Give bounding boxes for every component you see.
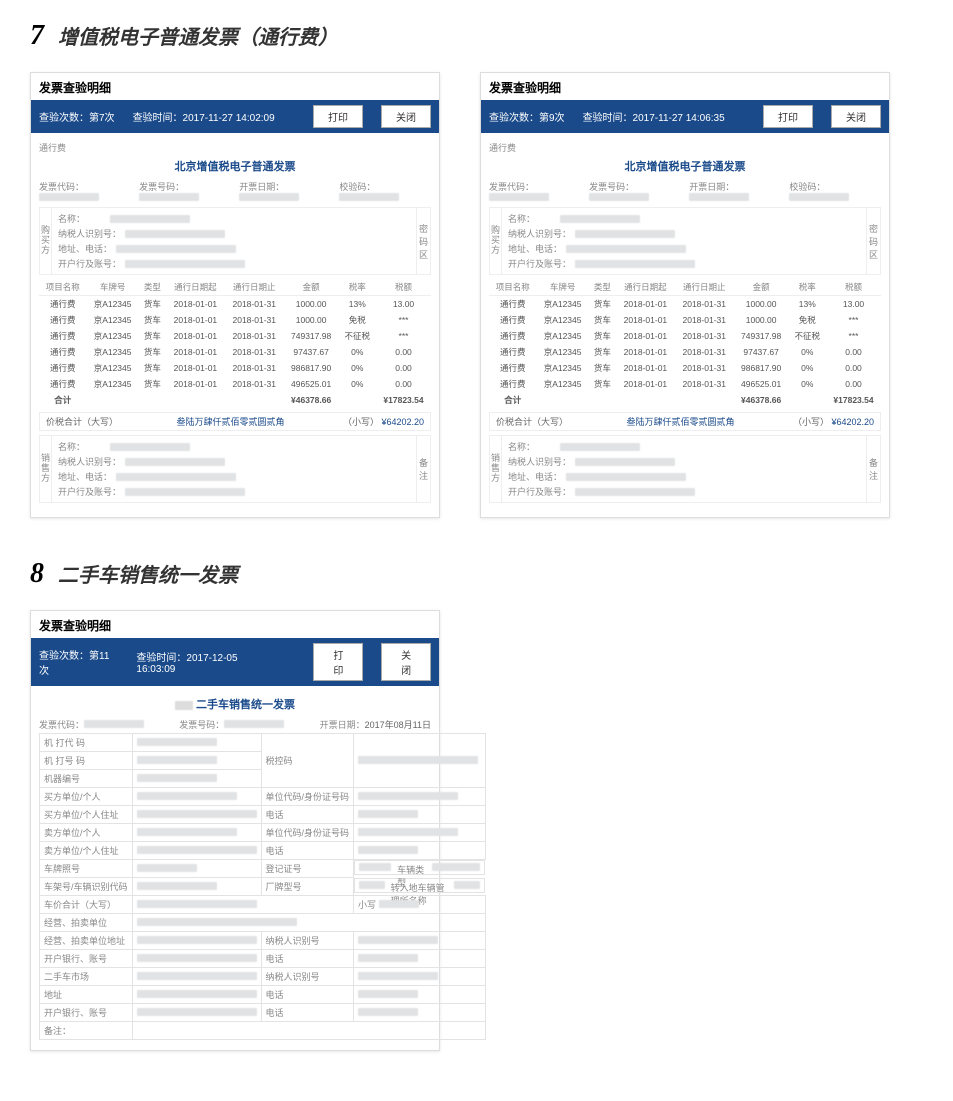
section-number: 7	[30, 20, 44, 52]
card-title: 发票查验明细	[31, 611, 439, 638]
card-body: 通行费北京增值税电子普通发票发票代码：发票号码：开票日期：校验码： 购买方名称：纳…	[481, 133, 889, 517]
meta-line: 发票代码：发票号码：开票日期：校验码：	[39, 180, 431, 203]
card-body: 二手车销售统一发票 发票代码： 发票号码： 开票日期：2017年08月11日 机…	[31, 686, 439, 1050]
table-row: 通行费京A12345货车2018-01-012018-01-311000.001…	[489, 296, 881, 313]
table-row: 通行费京A12345货车2018-01-012018-01-31496525.0…	[39, 376, 431, 392]
table-row: 通行费京A12345货车2018-01-012018-01-311000.001…	[39, 296, 431, 313]
close-button[interactable]: 关闭	[831, 105, 881, 128]
card-header-bar: 查验次数：第7次 查验时间：2017-11-27 14:02:09 打印关闭	[31, 100, 439, 133]
card-header-bar: 查验次数：第9次 查验时间：2017-11-27 14:06:35 打印关闭	[481, 100, 889, 133]
cards-row: 发票查验明细 查验次数：第11次 查验时间：2017-12-05 16:03:0…	[30, 610, 923, 1051]
cards-row: 发票查验明细查验次数：第7次 查验时间：2017-11-27 14:02:09 打印…	[30, 72, 923, 518]
print-button[interactable]: 打印	[763, 105, 813, 128]
card-title: 发票查验明细	[31, 73, 439, 100]
usedcar-form: 机 打代 码税控码 机 打号 码 机器编号 买方单位/个人单位代码/身份证号码 …	[39, 733, 486, 1040]
close-button[interactable]: 关闭	[381, 643, 431, 681]
invoice-card-toll: 发票查验明细查验次数：第7次 查验时间：2017-11-27 14:02:09 打印…	[30, 72, 440, 518]
seller-block: 销售方名称：纳税人识别号：地址、电话：开户行及账号：备注	[489, 435, 881, 503]
section-8: 8 二手车销售统一发票 发票查验明细 查验次数：第11次 查验时间：2017-1…	[30, 558, 923, 1051]
check-count: 查验次数：第7次	[39, 109, 115, 124]
buyer-block: 购买方名称：纳税人识别号：地址、电话：开户行及账号：密码区	[489, 207, 881, 275]
section-heading: 8 二手车销售统一发票	[30, 558, 923, 590]
invoice-title: 北京增值税电子普通发票	[489, 158, 881, 174]
table-row: 通行费京A12345货车2018-01-012018-01-31496525.0…	[489, 376, 881, 392]
close-button[interactable]: 关闭	[381, 105, 431, 128]
check-time: 查验时间：2017-12-05 16:03:09	[136, 649, 277, 675]
section-number: 8	[30, 558, 44, 590]
total-row: 合计¥46378.66¥17823.54	[489, 392, 881, 408]
invoice-card-toll: 发票查验明细查验次数：第9次 查验时间：2017-11-27 14:06:35 打印…	[480, 72, 890, 518]
section-title: 二手车销售统一发票	[58, 559, 238, 588]
invoice-card-usedcar: 发票查验明细 查验次数：第11次 查验时间：2017-12-05 16:03:0…	[30, 610, 440, 1051]
grand-total: 价税合计（大写）叁陆万肆仟贰佰零贰圆贰角（小写） ¥64202.20	[489, 412, 881, 431]
check-time: 查验时间：2017-11-27 14:02:09	[133, 109, 275, 124]
seller-block: 销售方名称：纳税人识别号：地址、电话：开户行及账号：备注	[39, 435, 431, 503]
table-row: 通行费京A12345货车2018-01-012018-01-311000.00免…	[39, 312, 431, 328]
table-row: 通行费京A12345货车2018-01-012018-01-3197437.67…	[489, 344, 881, 360]
card-title: 发票查验明细	[481, 73, 889, 100]
top-left-label: 通行费	[39, 141, 431, 154]
print-button[interactable]: 打印	[313, 105, 363, 128]
table-row: 通行费京A12345货车2018-01-012018-01-31749317.9…	[489, 328, 881, 344]
items-table: 项目名称车牌号类型通行日期起通行日期止金额税率税额通行费京A12345货车201…	[39, 279, 431, 408]
table-row: 通行费京A12345货车2018-01-012018-01-31986817.9…	[489, 360, 881, 376]
table-row: 通行费京A12345货车2018-01-012018-01-311000.00免…	[489, 312, 881, 328]
check-count: 查验次数：第9次	[489, 109, 565, 124]
card-body: 通行费北京增值税电子普通发票发票代码：发票号码：开票日期：校验码： 购买方名称：纳…	[31, 133, 439, 517]
card-header-bar: 查验次数：第11次 查验时间：2017-12-05 16:03:09 打印 关闭	[31, 638, 439, 686]
meta-line: 发票代码：发票号码：开票日期：校验码：	[489, 180, 881, 203]
section-7: 7 增值税电子普通发票（通行费） 发票查验明细查验次数：第7次 查验时间：2017…	[30, 20, 923, 518]
total-row: 合计¥46378.66¥17823.54	[39, 392, 431, 408]
grand-total: 价税合计（大写）叁陆万肆仟贰佰零贰圆贰角（小写） ¥64202.20	[39, 412, 431, 431]
items-table: 项目名称车牌号类型通行日期起通行日期止金额税率税额通行费京A12345货车201…	[489, 279, 881, 408]
table-row: 通行费京A12345货车2018-01-012018-01-31986817.9…	[39, 360, 431, 376]
invoice-title: 二手车销售统一发票	[39, 692, 431, 716]
table-row: 通行费京A12345货车2018-01-012018-01-31749317.9…	[39, 328, 431, 344]
invoice-title: 北京增值税电子普通发票	[39, 158, 431, 174]
buyer-block: 购买方名称：纳税人识别号：地址、电话：开户行及账号：密码区	[39, 207, 431, 275]
meta-line: 发票代码： 发票号码： 开票日期：2017年08月11日	[39, 718, 431, 731]
table-row: 通行费京A12345货车2018-01-012018-01-3197437.67…	[39, 344, 431, 360]
section-heading: 7 增值税电子普通发票（通行费）	[30, 20, 923, 52]
section-title: 增值税电子普通发票（通行费）	[58, 21, 338, 50]
check-count: 查验次数：第11次	[39, 647, 118, 677]
top-left-label: 通行费	[489, 141, 881, 154]
check-time: 查验时间：2017-11-27 14:06:35	[583, 109, 725, 124]
print-button[interactable]: 打印	[313, 643, 363, 681]
